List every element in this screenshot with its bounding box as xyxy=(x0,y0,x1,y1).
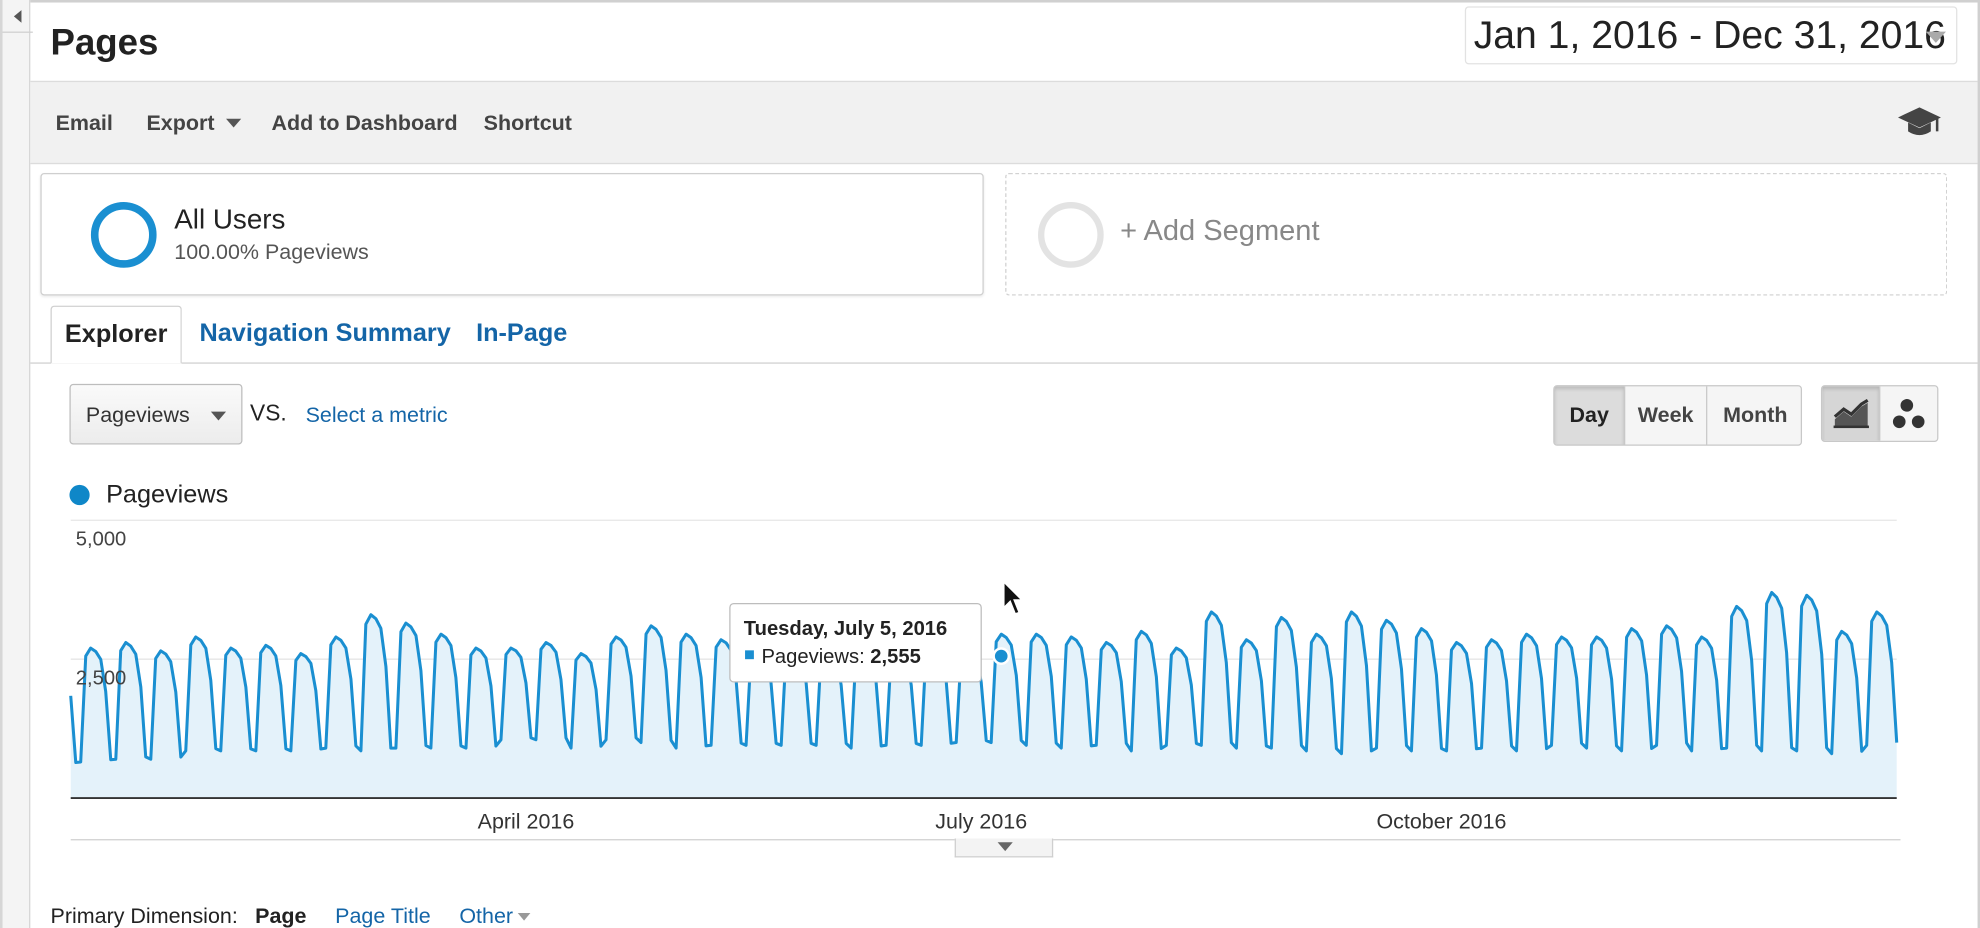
ga-pages-report: Pages Jan 1, 2016 - Dec 31, 2016 Email E… xyxy=(0,0,1980,928)
caret-down-icon xyxy=(518,913,531,921)
dimension-page-title[interactable]: Page Title xyxy=(335,904,430,928)
dimension-other[interactable]: Other xyxy=(459,904,531,928)
primary-dimension-label: Primary Dimension: xyxy=(50,904,238,928)
dimension-page[interactable]: Page xyxy=(255,904,306,928)
collapse-chart-button[interactable] xyxy=(954,838,1054,858)
tooltip-value: 2,555 xyxy=(870,646,921,668)
caret-down-icon xyxy=(997,842,1013,852)
x-tick-label: July 2016 xyxy=(935,809,1027,833)
mouse-cursor-icon xyxy=(1003,580,1024,615)
y-tick-label: 5,000 xyxy=(76,529,127,551)
x-tick-label: October 2016 xyxy=(1376,809,1506,833)
tooltip-title: Tuesday, July 5, 2016 xyxy=(744,618,947,640)
pageviews-chart: 5,000 2,500 April 2016 July 2016 October 201… xyxy=(69,519,1901,841)
y-tick-label: 2,500 xyxy=(76,667,127,689)
hover-point[interactable] xyxy=(992,647,1011,665)
tooltip-series-swatch xyxy=(745,650,754,660)
x-tick-label: April 2016 xyxy=(478,809,575,833)
tooltip-box xyxy=(729,602,982,683)
primary-dimension-bar: Primary Dimension: Page Page Title Other xyxy=(51,904,531,928)
tooltip-series-label: Pageviews: 2,555 xyxy=(761,646,920,668)
dimension-other-label: Other xyxy=(459,904,514,928)
